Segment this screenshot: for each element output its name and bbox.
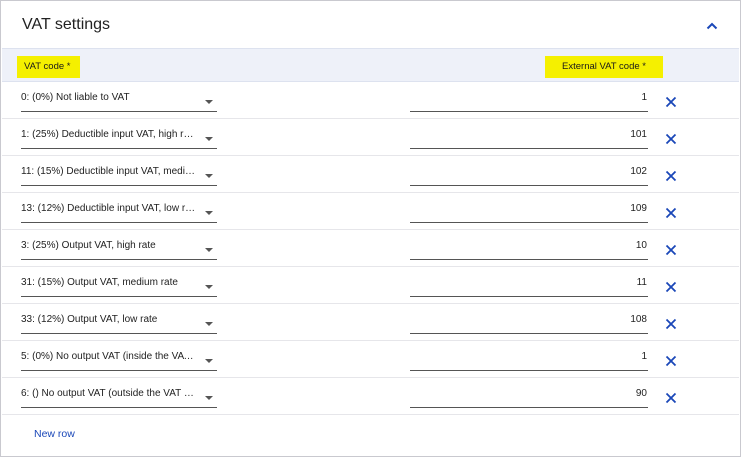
chevron-up-icon xyxy=(706,22,718,30)
table-row: 5: (0%) No output VAT (inside the VAT ar… xyxy=(2,341,739,378)
vat-code-value: 33: (12%) Output VAT, low rate xyxy=(21,314,158,325)
panel-title: VAT settings xyxy=(22,16,111,33)
close-icon xyxy=(665,207,677,219)
chevron-down-icon xyxy=(205,396,213,400)
panel-header: VAT settings xyxy=(1,1,740,48)
chevron-down-icon xyxy=(205,211,213,215)
close-icon xyxy=(665,318,677,330)
chevron-down-icon xyxy=(205,100,213,104)
external-vat-code-input[interactable]: 90 xyxy=(410,385,648,408)
vat-code-value: 1: (25%) Deductible input VAT, high rate xyxy=(21,129,197,140)
external-vat-code-input[interactable]: 1 xyxy=(410,348,648,371)
vat-settings-panel: VAT settings VAT code * External VAT cod… xyxy=(0,0,741,457)
chevron-down-icon xyxy=(205,248,213,252)
vat-code-select[interactable]: 13: (12%) Deductible input VAT, low rate xyxy=(21,200,217,223)
close-icon xyxy=(665,244,677,256)
table-row: 31: (15%) Output VAT, medium rate 11 xyxy=(2,267,739,304)
table-row: 13: (12%) Deductible input VAT, low rate… xyxy=(2,193,739,230)
external-vat-code-value: 1 xyxy=(641,351,647,362)
close-icon xyxy=(665,133,677,145)
external-vat-code-input[interactable]: 102 xyxy=(410,163,648,186)
close-icon xyxy=(665,281,677,293)
remove-row-button[interactable] xyxy=(661,277,681,297)
vat-code-select[interactable]: 1: (25%) Deductible input VAT, high rate xyxy=(21,126,217,149)
close-icon xyxy=(665,355,677,367)
remove-row-button[interactable] xyxy=(661,203,681,223)
external-vat-code-value: 101 xyxy=(630,129,647,140)
table-header: VAT code * External VAT code * xyxy=(2,48,739,82)
close-icon xyxy=(665,96,677,108)
vat-code-value: 3: (25%) Output VAT, high rate xyxy=(21,240,156,251)
table-row: 6: () No output VAT (outside the VAT are… xyxy=(2,378,739,415)
remove-row-button[interactable] xyxy=(661,92,681,112)
vat-code-column-header: VAT code * xyxy=(17,56,80,78)
table-row: 11: (15%) Deductible input VAT, medium r… xyxy=(2,156,739,193)
vat-code-select[interactable]: 33: (12%) Output VAT, low rate xyxy=(21,311,217,334)
vat-code-value: 5: (0%) No output VAT (inside the VAT ar… xyxy=(21,351,197,362)
vat-code-select[interactable]: 3: (25%) Output VAT, high rate xyxy=(21,237,217,260)
close-icon xyxy=(665,392,677,404)
external-vat-code-value: 102 xyxy=(630,166,647,177)
external-vat-code-input[interactable]: 11 xyxy=(410,274,648,297)
close-icon xyxy=(665,170,677,182)
vat-code-select[interactable]: 6: () No output VAT (outside the VAT are… xyxy=(21,385,217,408)
remove-row-button[interactable] xyxy=(661,314,681,334)
vat-code-value: 13: (12%) Deductible input VAT, low rate xyxy=(21,203,197,214)
remove-row-button[interactable] xyxy=(661,351,681,371)
external-vat-code-input[interactable]: 109 xyxy=(410,200,648,223)
vat-code-select[interactable]: 5: (0%) No output VAT (inside the VAT ar… xyxy=(21,348,217,371)
vat-code-value: 11: (15%) Deductible input VAT, medium r… xyxy=(21,166,197,177)
external-vat-code-value: 108 xyxy=(630,314,647,325)
vat-code-select[interactable]: 0: (0%) Not liable to VAT xyxy=(21,89,217,112)
vat-code-value: 0: (0%) Not liable to VAT xyxy=(21,92,130,103)
new-row-button[interactable]: New row xyxy=(34,428,75,440)
vat-code-select[interactable]: 31: (15%) Output VAT, medium rate xyxy=(21,274,217,297)
external-vat-code-value: 109 xyxy=(630,203,647,214)
external-vat-code-value: 11 xyxy=(636,277,647,288)
chevron-down-icon xyxy=(205,174,213,178)
external-vat-code-value: 90 xyxy=(635,388,647,399)
external-vat-code-input[interactable]: 101 xyxy=(410,126,648,149)
vat-code-select[interactable]: 11: (15%) Deductible input VAT, medium r… xyxy=(21,163,217,186)
external-vat-code-input[interactable]: 108 xyxy=(410,311,648,334)
chevron-down-icon xyxy=(205,359,213,363)
external-vat-code-column-header: External VAT code * xyxy=(545,56,663,78)
remove-row-button[interactable] xyxy=(661,129,681,149)
collapse-button[interactable] xyxy=(701,15,723,37)
table-row: 33: (12%) Output VAT, low rate 108 xyxy=(2,304,739,341)
table-row: 3: (25%) Output VAT, high rate 10 xyxy=(2,230,739,267)
external-vat-code-input[interactable]: 10 xyxy=(410,237,648,260)
vat-code-value: 31: (15%) Output VAT, medium rate xyxy=(21,277,178,288)
remove-row-button[interactable] xyxy=(661,166,681,186)
remove-row-button[interactable] xyxy=(661,388,681,408)
chevron-down-icon xyxy=(205,137,213,141)
table-row: 0: (0%) Not liable to VAT 1 xyxy=(2,82,739,119)
external-vat-code-value: 1 xyxy=(641,92,647,103)
external-vat-code-value: 10 xyxy=(635,240,647,251)
vat-code-value: 6: () No output VAT (outside the VAT are… xyxy=(21,388,197,399)
remove-row-button[interactable] xyxy=(661,240,681,260)
external-vat-code-input[interactable]: 1 xyxy=(410,89,648,112)
chevron-down-icon xyxy=(205,322,213,326)
chevron-down-icon xyxy=(205,285,213,289)
table-row: 1: (25%) Deductible input VAT, high rate… xyxy=(2,119,739,156)
